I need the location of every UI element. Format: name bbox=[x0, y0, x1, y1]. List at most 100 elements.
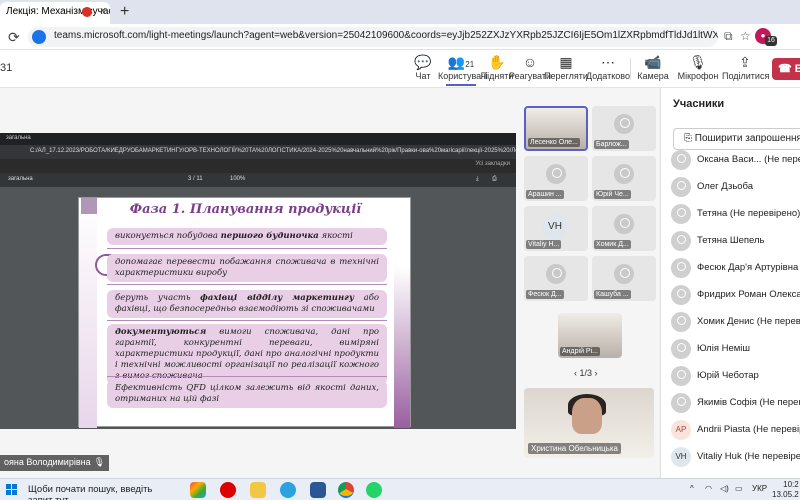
participants-panel: Учасники ⎘ Поширити запрошення Оксана Ва… bbox=[660, 88, 800, 478]
word-icon[interactable] bbox=[310, 482, 326, 498]
chrome-icon[interactable] bbox=[338, 482, 354, 498]
whatsapp-icon[interactable] bbox=[366, 482, 382, 498]
participant-item[interactable]: Хомик Денис (Не перевірено) bbox=[671, 310, 800, 334]
video-tile[interactable]: Юрій Че... bbox=[592, 156, 656, 201]
slide-left-decoration bbox=[79, 198, 97, 428]
pdf-page-indicator: 3 / 11 bbox=[188, 176, 203, 182]
participant-item[interactable]: Фесюк Дар'я Артурівна bbox=[671, 256, 800, 280]
slide-bullet: беруть участь фахівці відділу маркетингу… bbox=[107, 290, 387, 318]
participant-item[interactable]: Юрій Чеботар bbox=[671, 364, 800, 388]
reload-icon[interactable]: ⟳ bbox=[8, 29, 20, 46]
slide: Фаза 1. Планування продукції виконується… bbox=[78, 197, 411, 428]
tab-title: Лекція: Механізм сучасно bbox=[6, 6, 110, 17]
volume-icon[interactable]: ◁) bbox=[720, 484, 729, 493]
presenter-label: ояна Володимирівна 🎙 bbox=[0, 455, 110, 471]
opera-icon[interactable] bbox=[220, 482, 236, 498]
participant-item[interactable]: Фридрих Роман Олександрович bbox=[671, 283, 800, 307]
shared-window-tab: загальна bbox=[0, 133, 516, 145]
file-explorer-icon[interactable] bbox=[250, 482, 266, 498]
participant-item[interactable]: Тетяна (Не перевірено) bbox=[671, 202, 800, 226]
taskbar-search-input[interactable]: Щоби почати пошук, введіть запит тут bbox=[24, 482, 174, 500]
person-icon bbox=[671, 231, 691, 251]
participant-item[interactable]: Олег Дзьоба bbox=[671, 175, 800, 199]
video-tile[interactable]: Лесенко Оле... bbox=[524, 106, 588, 151]
meeting-stage: загальна C:/АЛ_17.12.2023/РОБОТА/КИЕДРУО… bbox=[0, 88, 522, 478]
tray-chevron-icon[interactable]: ^ bbox=[690, 484, 694, 493]
browser-tab-strip: Лекція: Механізм сучасно × + bbox=[0, 0, 800, 24]
participant-item[interactable]: VHVitaliy Huk (Не перевірено) bbox=[671, 445, 800, 469]
copilot-icon[interactable] bbox=[190, 482, 206, 498]
phone-icon: ☎ bbox=[778, 63, 792, 75]
initials-avatar: VH bbox=[671, 447, 691, 467]
shared-bookmarks: Усі закладки bbox=[475, 161, 510, 167]
video-tile[interactable]: Хомик Д... bbox=[592, 206, 656, 251]
pdf-document: Фаза 1. Планування продукції виконується… bbox=[0, 187, 516, 429]
person-icon bbox=[671, 285, 691, 305]
person-icon bbox=[614, 114, 634, 134]
person-icon bbox=[671, 393, 691, 413]
system-clock[interactable]: 10:2 13.05.2 bbox=[772, 480, 799, 500]
video-pager[interactable]: ‹ 1/3 › bbox=[574, 368, 598, 378]
wifi-icon[interactable]: ◠ bbox=[705, 484, 712, 493]
leave-button[interactable]: ☎ В bbox=[772, 58, 800, 80]
person-icon bbox=[614, 264, 634, 284]
video-tile[interactable]: Арашин ... bbox=[524, 156, 588, 201]
person-icon bbox=[671, 312, 691, 332]
site-info-icon[interactable] bbox=[32, 30, 46, 44]
person-icon bbox=[671, 258, 691, 278]
slide-title: Фаза 1. Планування продукції bbox=[129, 202, 362, 217]
slide-bullet: Ефективність QFD цілком залежить від яко… bbox=[107, 380, 387, 408]
person-icon bbox=[614, 214, 634, 234]
pdf-zoom: 100% bbox=[230, 176, 246, 182]
participant-item[interactable]: Юлія Неміш bbox=[671, 337, 800, 361]
url-text: teams.microsoft.com/light-meetings/launc… bbox=[54, 30, 718, 41]
battery-icon[interactable]: ▭ bbox=[735, 484, 743, 493]
telegram-icon[interactable] bbox=[280, 482, 296, 498]
mic-icon: 🎙 bbox=[93, 457, 106, 467]
print-icon: ⎙ bbox=[492, 176, 497, 182]
slide-bullet: допомагає перевести побажання споживача … bbox=[107, 254, 387, 282]
participant-item[interactable]: Якимів Софія (Не перевірено) bbox=[671, 391, 800, 415]
browser-tab[interactable]: Лекція: Механізм сучасно × bbox=[0, 2, 110, 24]
video-tile[interactable]: Барлож... bbox=[592, 106, 656, 151]
windows-start-icon[interactable] bbox=[6, 484, 18, 496]
participant-item[interactable]: Тетяна Шепель bbox=[671, 229, 800, 253]
meeting-toolbar: 31 💬 Чат 👥21 Користувачі ✋ Підняти ☺ Реагува… bbox=[0, 50, 800, 88]
video-tile-large[interactable]: Христина Обельницька bbox=[524, 388, 654, 458]
os-taskbar: Щоби почати пошук, введіть запит тут ^ ◠… bbox=[0, 478, 800, 500]
keyboard-language[interactable]: УКР bbox=[752, 484, 767, 493]
more-button[interactable]: ⋯ Додатково bbox=[585, 53, 631, 81]
person-icon bbox=[546, 164, 566, 184]
pdf-title: загальна bbox=[8, 176, 33, 182]
video-tile[interactable]: Фесюк Д... bbox=[524, 256, 588, 301]
chevron-right-icon[interactable]: › bbox=[595, 368, 598, 378]
microphone-button[interactable]: 🎙 Мікрофон bbox=[675, 53, 721, 81]
slide-divider bbox=[107, 284, 387, 285]
translate-icon[interactable]: ⧉ bbox=[724, 29, 733, 44]
video-tile[interactable]: Кашуба ... bbox=[592, 256, 656, 301]
participant-item[interactable]: APAndrii Piasta (Не перевірено) bbox=[671, 418, 800, 442]
video-tile[interactable]: Андрій Pi... bbox=[558, 313, 622, 358]
initials-avatar: AP bbox=[671, 420, 691, 440]
share-button[interactable]: ⇪ Поділитися bbox=[722, 53, 769, 81]
panel-title: Учасники bbox=[673, 98, 725, 110]
bookmark-star-icon[interactable]: ☆ bbox=[740, 29, 751, 43]
close-tab-icon[interactable]: × bbox=[100, 5, 106, 17]
shared-screen: загальна C:/АЛ_17.12.2023/РОБОТА/КИЕДРУО… bbox=[0, 133, 516, 429]
chevron-left-icon[interactable]: ‹ bbox=[574, 368, 577, 378]
url-field[interactable]: teams.microsoft.com/light-meetings/launc… bbox=[28, 27, 718, 47]
share-icon: ⇪ bbox=[739, 54, 751, 70]
video-tile[interactable]: VH Vitaliy H... bbox=[524, 206, 588, 251]
share-invite-button[interactable]: ⎘ Поширити запрошення bbox=[673, 128, 800, 150]
shared-url: C:/АЛ_17.12.2023/РОБОТА/КИЕДРУОБАМАРКЕТИ… bbox=[0, 145, 516, 159]
initials-avatar: VH bbox=[542, 214, 568, 240]
grid-icon: ▦ bbox=[559, 54, 573, 70]
new-tab-button[interactable]: + bbox=[120, 3, 129, 21]
camera-button[interactable]: 📹 Камера bbox=[630, 53, 676, 81]
download-icon: ⤓ bbox=[476, 176, 479, 182]
participant-item[interactable]: Оксана Васи... (Не перевірено) bbox=[671, 148, 800, 172]
person-icon bbox=[671, 366, 691, 386]
pdf-toolbar: загальна 3 / 11 100% ⤓ ⎙ bbox=[0, 173, 516, 187]
view-button[interactable]: ▦ Перегляти bbox=[543, 53, 589, 81]
video-tile-name: Христина Обельницька bbox=[528, 443, 621, 454]
